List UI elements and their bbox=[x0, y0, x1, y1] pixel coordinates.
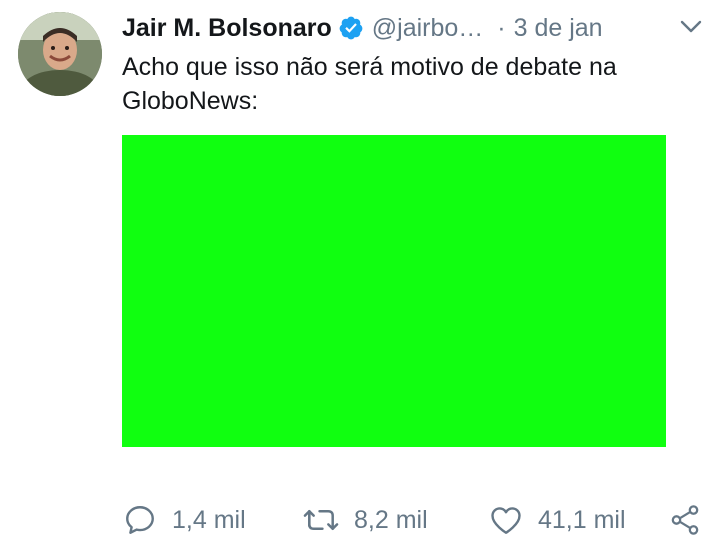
avatar[interactable] bbox=[18, 12, 102, 96]
reply-count: 1,4 mil bbox=[172, 505, 246, 534]
tweet-timestamp[interactable]: 3 de jan bbox=[514, 14, 603, 43]
avatar-image bbox=[18, 12, 102, 96]
retweet-icon bbox=[303, 509, 339, 531]
reply-icon bbox=[126, 506, 154, 534]
user-handle[interactable]: @jairbo… bbox=[372, 14, 484, 43]
reply-button[interactable]: 1,4 mil bbox=[122, 500, 246, 540]
retweet-count: 8,2 mil bbox=[354, 505, 428, 534]
retweet-button[interactable]: 8,2 mil bbox=[302, 500, 428, 540]
share-button[interactable] bbox=[668, 500, 716, 540]
display-name[interactable]: Jair M. Bolsonaro bbox=[122, 14, 332, 43]
like-count: 41,1 mil bbox=[538, 505, 626, 534]
caret-down-icon[interactable] bbox=[680, 20, 702, 34]
separator-dot: · bbox=[497, 13, 506, 42]
like-icon bbox=[491, 507, 521, 534]
tweet-card[interactable]: Jair M. Bolsonaro @jairbo… · 3 de jan Ac… bbox=[0, 0, 720, 560]
verified-badge-icon bbox=[338, 15, 364, 41]
tweet-media-image[interactable] bbox=[122, 135, 666, 447]
tweet-text: Acho que isso não será motivo de debate … bbox=[122, 53, 617, 115]
tweet-actions: 1,4 mil 8,2 mil 41,1 mil bbox=[122, 500, 706, 540]
tweet-header: Jair M. Bolsonaro @jairbo… · 3 de jan bbox=[122, 10, 700, 46]
share-icon bbox=[671, 505, 699, 535]
like-button[interactable]: 41,1 mil bbox=[488, 500, 626, 540]
